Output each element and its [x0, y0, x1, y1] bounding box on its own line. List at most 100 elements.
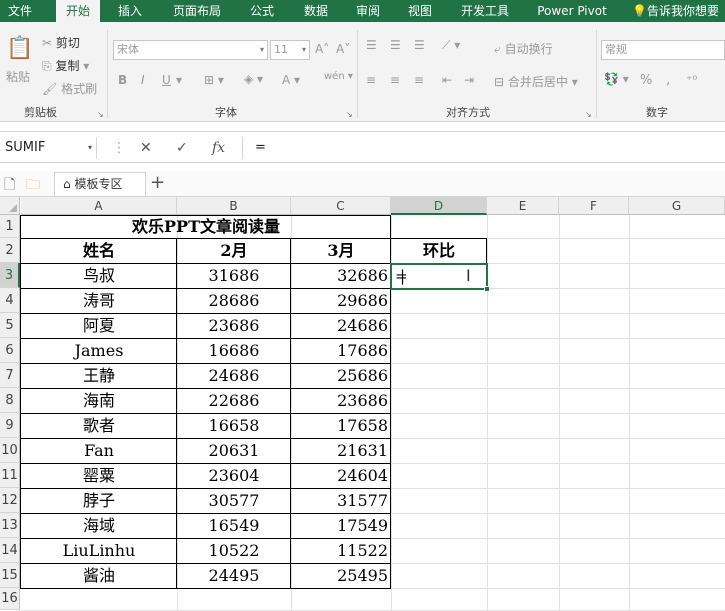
name-cell[interactable]: LiuLinhu [21, 538, 177, 563]
format-painter-button[interactable]: 🖌 格式刷 [42, 80, 97, 97]
tab-view[interactable]: 视图 [398, 0, 442, 22]
tab-insert[interactable]: 插入 [108, 0, 152, 22]
header-cell-A[interactable]: 姓名 [21, 238, 177, 263]
select-all-corner[interactable] [0, 197, 20, 215]
enter-icon[interactable]: ✓ [176, 137, 188, 159]
row-header-16[interactable]: 16 [0, 588, 20, 610]
table-title[interactable]: 欢乐PPT文章阅读量 [21, 215, 391, 238]
border-icon[interactable]: ⊞ ▾ [204, 73, 224, 87]
increase-indent-icon[interactable]: ⇥ [464, 73, 474, 87]
currency-icon[interactable]: 💱 ▾ [604, 72, 629, 86]
spreadsheet-grid[interactable]: A B C D E F G 1 2 3 4 5 6 7 8 9 10 11 12 13 14 15 16 欢乐… [0, 197, 725, 611]
feb-value-cell[interactable]: 24495 [177, 563, 291, 588]
font-launcher-icon[interactable]: ↘ [346, 110, 353, 119]
cancel-icon[interactable]: ✕ [140, 137, 152, 159]
name-cell[interactable]: Fan [21, 438, 177, 463]
mar-value-cell[interactable]: 25495 [291, 563, 391, 588]
mar-value-cell[interactable]: 23686 [291, 388, 391, 413]
align-center-icon[interactable]: ≡ [390, 73, 400, 87]
column-header-B[interactable]: B [177, 197, 291, 215]
folder-icon[interactable]: 🗀 [26, 174, 40, 198]
decrease-font-icon[interactable]: A˅ [336, 42, 350, 56]
template-tab[interactable]: ⌂ 模板专区 [54, 172, 146, 196]
number-format-combo[interactable]: 常规 [601, 40, 725, 60]
percent-button[interactable]: % [640, 73, 652, 88]
feb-value-cell[interactable]: 20631 [177, 438, 291, 463]
tab-page-layout[interactable]: 页面布局 [164, 0, 230, 22]
name-cell[interactable]: 歌者 [21, 413, 177, 438]
mar-value-cell[interactable]: 21631 [291, 438, 391, 463]
name-cell[interactable]: 罂粟 [21, 463, 177, 488]
row-header-9[interactable]: 9 [0, 413, 20, 438]
align-bottom-icon[interactable]: ☰ [414, 38, 425, 52]
underline-button[interactable]: U [162, 73, 171, 87]
bold-button[interactable]: B [118, 73, 127, 87]
feb-value-cell[interactable]: 22686 [177, 388, 291, 413]
alignment-launcher-icon[interactable]: ↘ [585, 110, 592, 119]
feb-value-cell[interactable]: 28686 [177, 288, 291, 313]
tab-review[interactable]: 审阅 [346, 0, 390, 22]
mar-value-cell[interactable]: 24604 [291, 463, 391, 488]
merge-center-button[interactable]: ⊟ 合并后居中 ▾ [494, 73, 578, 90]
tab-developer[interactable]: 开发工具 [452, 0, 518, 22]
font-size-combo[interactable]: 11 ▾ [270, 40, 310, 60]
italic-button[interactable]: I [141, 73, 145, 87]
add-tab-button[interactable]: + [150, 172, 165, 193]
row-header-10[interactable]: 10 [0, 438, 20, 463]
feb-value-cell[interactable]: 23604 [177, 463, 291, 488]
active-cell-D3[interactable]: = | I [390, 263, 490, 292]
name-cell[interactable]: 王静 [21, 363, 177, 388]
wrap-text-button[interactable]: ⤶ 自动换行 [494, 40, 553, 57]
name-cell[interactable]: 酱油 [21, 563, 177, 588]
cut-button[interactable]: ✂ 剪切 [42, 34, 80, 51]
row-header-13[interactable]: 13 [0, 513, 20, 538]
column-header-G[interactable]: G [629, 197, 725, 215]
clipboard-launcher-icon[interactable]: ↘ [97, 110, 104, 119]
feb-value-cell[interactable]: 16686 [177, 338, 291, 363]
feb-value-cell[interactable]: 24686 [177, 363, 291, 388]
mar-value-cell[interactable]: 31577 [291, 488, 391, 513]
formula-input[interactable]: = [242, 137, 722, 159]
name-cell[interactable]: James [21, 338, 177, 363]
feb-value-cell[interactable]: 30577 [177, 488, 291, 513]
row-header-4[interactable]: 4 [0, 288, 20, 313]
row-header-5[interactable]: 5 [0, 313, 20, 338]
header-cell-B[interactable]: 2月 [177, 238, 291, 263]
paste-label[interactable]: 粘贴 [6, 68, 30, 85]
mar-value-cell[interactable]: 32686 [291, 263, 391, 288]
header-cell-D[interactable]: 环比 [391, 238, 487, 263]
row-header-11[interactable]: 11 [0, 463, 20, 488]
mar-value-cell[interactable]: 17658 [291, 413, 391, 438]
paste-icon[interactable]: 📋 [6, 36, 33, 61]
font-name-combo[interactable]: 宋体 ▾ [113, 40, 268, 60]
row-header-6[interactable]: 6 [0, 338, 20, 363]
mar-value-cell[interactable]: 17549 [291, 513, 391, 538]
tell-me-box[interactable]: 💡告诉我你想要 [632, 0, 719, 22]
feb-value-cell[interactable]: 10522 [177, 538, 291, 563]
new-document-icon[interactable]: 🗋 [4, 174, 15, 198]
name-cell[interactable]: 海域 [21, 513, 177, 538]
align-left-icon[interactable]: ≡ [366, 73, 376, 87]
column-header-D[interactable]: D [391, 197, 487, 215]
increase-font-icon[interactable]: A˄ [315, 42, 329, 56]
orientation-icon[interactable]: ⟋ ▾ [442, 38, 460, 53]
feb-value-cell[interactable]: 31686 [177, 263, 291, 288]
mar-value-cell[interactable]: 24686 [291, 313, 391, 338]
column-header-C[interactable]: C [291, 197, 391, 215]
name-cell[interactable]: 鸟叔 [21, 263, 177, 288]
mar-value-cell[interactable]: 25686 [291, 363, 391, 388]
row-header-15[interactable]: 15 [0, 563, 20, 588]
feb-value-cell[interactable]: 23686 [177, 313, 291, 338]
tab-file[interactable]: 文件 [0, 0, 40, 22]
feb-value-cell[interactable]: 16658 [177, 413, 291, 438]
tab-home[interactable]: 开始 [56, 0, 100, 22]
mar-value-cell[interactable]: 17686 [291, 338, 391, 363]
name-cell[interactable]: 涛哥 [21, 288, 177, 313]
mar-value-cell[interactable]: 29686 [291, 288, 391, 313]
name-cell[interactable]: 脖子 [21, 488, 177, 513]
align-middle-icon[interactable]: ☰ [390, 38, 401, 52]
phonetic-icon[interactable]: wén ▾ [324, 71, 353, 82]
column-header-F[interactable]: F [559, 197, 629, 215]
align-right-icon[interactable]: ≡ [414, 73, 424, 87]
row-header-12[interactable]: 12 [0, 488, 20, 513]
